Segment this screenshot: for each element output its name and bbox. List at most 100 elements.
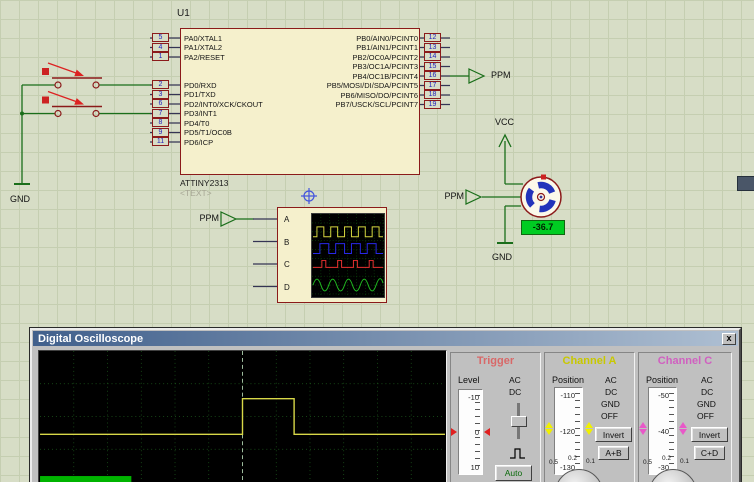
chip-reference: U1 [177, 8, 190, 19]
trigger-level-marker[interactable] [451, 428, 457, 436]
channel-c-invert-button[interactable]: Invert [691, 427, 728, 442]
chip-pin-row[interactable]: 19PB7/USCK/SCL/PCINT7 [240, 100, 452, 110]
chip-part-subtext: <TEXT> [180, 188, 212, 198]
channel-c-off-button[interactable]: OFF [697, 411, 714, 421]
chip-pin-row[interactable]: 9PD5/T1/OC0B [150, 128, 420, 138]
chip-pin-row[interactable]: 12PB0/AIN0/PCINT0 [240, 33, 452, 43]
chip-pin-row[interactable]: 11PD6/ICP [150, 137, 420, 147]
slider-scale-value: -40 [651, 427, 669, 436]
chip-pin-row[interactable]: 16PB4/OC1B/PCINT4 [240, 71, 452, 81]
pin-label: PD1/TXD [184, 90, 216, 99]
scope-channel-b-pin[interactable]: B [284, 238, 289, 247]
channel-a-invert-button[interactable]: Invert [595, 427, 632, 442]
chip-pin-row[interactable]: 15PB3/OC1A/PCINT3 [240, 62, 452, 72]
trigger-dc-button[interactable]: DC [509, 387, 521, 397]
oscilloscope-component[interactable]: A B C D [277, 207, 387, 303]
channel-c-position-marker[interactable] [679, 421, 687, 436]
proteus-workspace: U1 ATTINY2313 <TEXT> 5PA0/XTAL1 4PA1/XTA… [0, 0, 754, 482]
channel-a-ac-button[interactable]: AC [605, 375, 617, 385]
trigger-edge-icon [509, 447, 526, 460]
trigger-level-marker[interactable] [484, 428, 490, 436]
scope-channel-d-pin[interactable]: D [284, 283, 290, 292]
trigger-auto-button[interactable]: Auto [495, 465, 532, 481]
pin-number: 2 [152, 80, 169, 89]
gnd-label-servo: GND [492, 252, 512, 262]
chip-pin-row[interactable]: 13 PB1/AIN1/PCINT1 [240, 43, 452, 53]
pin-label: PB6/MISO/DO/PCINT6 [340, 91, 418, 100]
pin-number: 13 [424, 43, 441, 52]
pin-number: 1 [152, 52, 169, 61]
channel-a-off-button[interactable]: OFF [601, 411, 618, 421]
trigger-level-slider[interactable]: -10 0 10 [458, 389, 483, 475]
pin-label: PB1/AIN1/PCINT1 [356, 43, 418, 52]
pin-label: PD3/INT1 [184, 109, 217, 118]
pin-label: PA2/RESET [184, 53, 225, 62]
window-title: Digital Oscilloscope [38, 333, 722, 345]
window-titlebar[interactable]: Digital Oscilloscope x [33, 331, 738, 346]
channel-c-gnd-button[interactable]: GND [697, 399, 716, 409]
channel-a-gnd-button[interactable]: GND [601, 399, 620, 409]
slider-scale-value: -120 [557, 427, 575, 436]
pin-number: 4 [152, 43, 169, 52]
channel-a-trace [40, 399, 445, 435]
trigger-ac-button[interactable]: AC [509, 375, 521, 385]
channel-c-dc-button[interactable]: DC [701, 387, 713, 397]
pin-number: 3 [152, 90, 169, 99]
knob-scale-label: 0.2 [662, 455, 671, 462]
scope-display [38, 350, 447, 482]
vcc-label: VCC [495, 117, 514, 127]
scope-preview-screen [311, 213, 385, 298]
channel-c-ac-button[interactable]: AC [701, 375, 713, 385]
chip-pin-row[interactable]: 18 PB6/MISO/DO/PCINT6 [240, 90, 452, 100]
pin-label: PD0/RXD [184, 81, 217, 90]
position-label: Position [646, 375, 678, 385]
servo-angle-readout: -36.7 [521, 220, 565, 235]
channel-d-trace-fragment [40, 476, 131, 482]
pin-label: PB7/USCK/SCL/PCINT7 [335, 100, 418, 109]
preview-trace-b [313, 244, 383, 254]
offscreen-component-fragment [737, 176, 754, 191]
channel-c-panel-title: Channel C [639, 355, 731, 367]
channel-a-position-marker[interactable] [545, 421, 553, 436]
pin-label: PB0/AIN0/PCINT0 [356, 34, 418, 43]
net-label-ppm-scope: PPM [193, 213, 219, 223]
knob-scale-label: 0.5 [549, 459, 558, 466]
chip-pin-row[interactable]: 7PD3/INT1 [150, 109, 420, 119]
knob-scale-label: 0.1 [680, 458, 689, 465]
chip-pin-row[interactable]: 17PB5/MOSI/DI/SDA/PCINT5 [240, 81, 452, 91]
knob-scale-label: 0.2 [568, 455, 577, 462]
pin-number: 18 [424, 90, 441, 99]
knob-scale-label: 0.5 [643, 459, 652, 466]
channel-c-position-marker[interactable] [639, 421, 647, 436]
pin-number: 5 [152, 33, 169, 42]
scope-channel-a-pin[interactable]: A [284, 215, 289, 224]
pin-number: 14 [424, 52, 441, 61]
net-label-ppm-out: PPM [491, 70, 511, 80]
scope-channel-c-pin[interactable]: C [284, 260, 290, 269]
digital-oscilloscope-window: Digital Oscilloscope x Trigger Level AC … [30, 328, 741, 482]
channel-a-panel: Channel A Position AC DC GND OFF -110 -1… [544, 352, 635, 482]
channel-c-sum-button[interactable]: C+D [694, 446, 725, 460]
preview-trace-c [313, 260, 383, 267]
position-label: Position [552, 375, 584, 385]
trigger-edge-handle[interactable] [511, 416, 527, 427]
pin-label: PD4/T0 [184, 119, 209, 128]
pin-label: PD6/ICP [184, 138, 213, 147]
channel-a-panel-title: Channel A [545, 355, 634, 367]
chip-pin-row[interactable]: 8 PD4/T0 [150, 118, 420, 128]
channel-a-sum-button[interactable]: A+B [598, 446, 629, 460]
chip-pin-row[interactable]: 14PB2/OC0A/PCINT2 [240, 52, 452, 62]
pin-number: 8 [152, 118, 169, 127]
channel-a-dc-button[interactable]: DC [605, 387, 617, 397]
close-button[interactable]: x [722, 333, 736, 345]
channel-a-position-marker[interactable] [585, 421, 593, 436]
pin-number: 17 [424, 81, 441, 90]
chip-part-name: ATTINY2313 [180, 178, 229, 188]
knob-scale-label: 0.1 [586, 458, 595, 465]
trigger-panel-title: Trigger [451, 355, 540, 367]
level-label: Level [458, 375, 480, 385]
gnd-label-left: GND [10, 194, 30, 204]
slider-scale-value: -110 [557, 391, 575, 400]
pin-number: 15 [424, 62, 441, 71]
slider-scale-value: -50 [651, 391, 669, 400]
